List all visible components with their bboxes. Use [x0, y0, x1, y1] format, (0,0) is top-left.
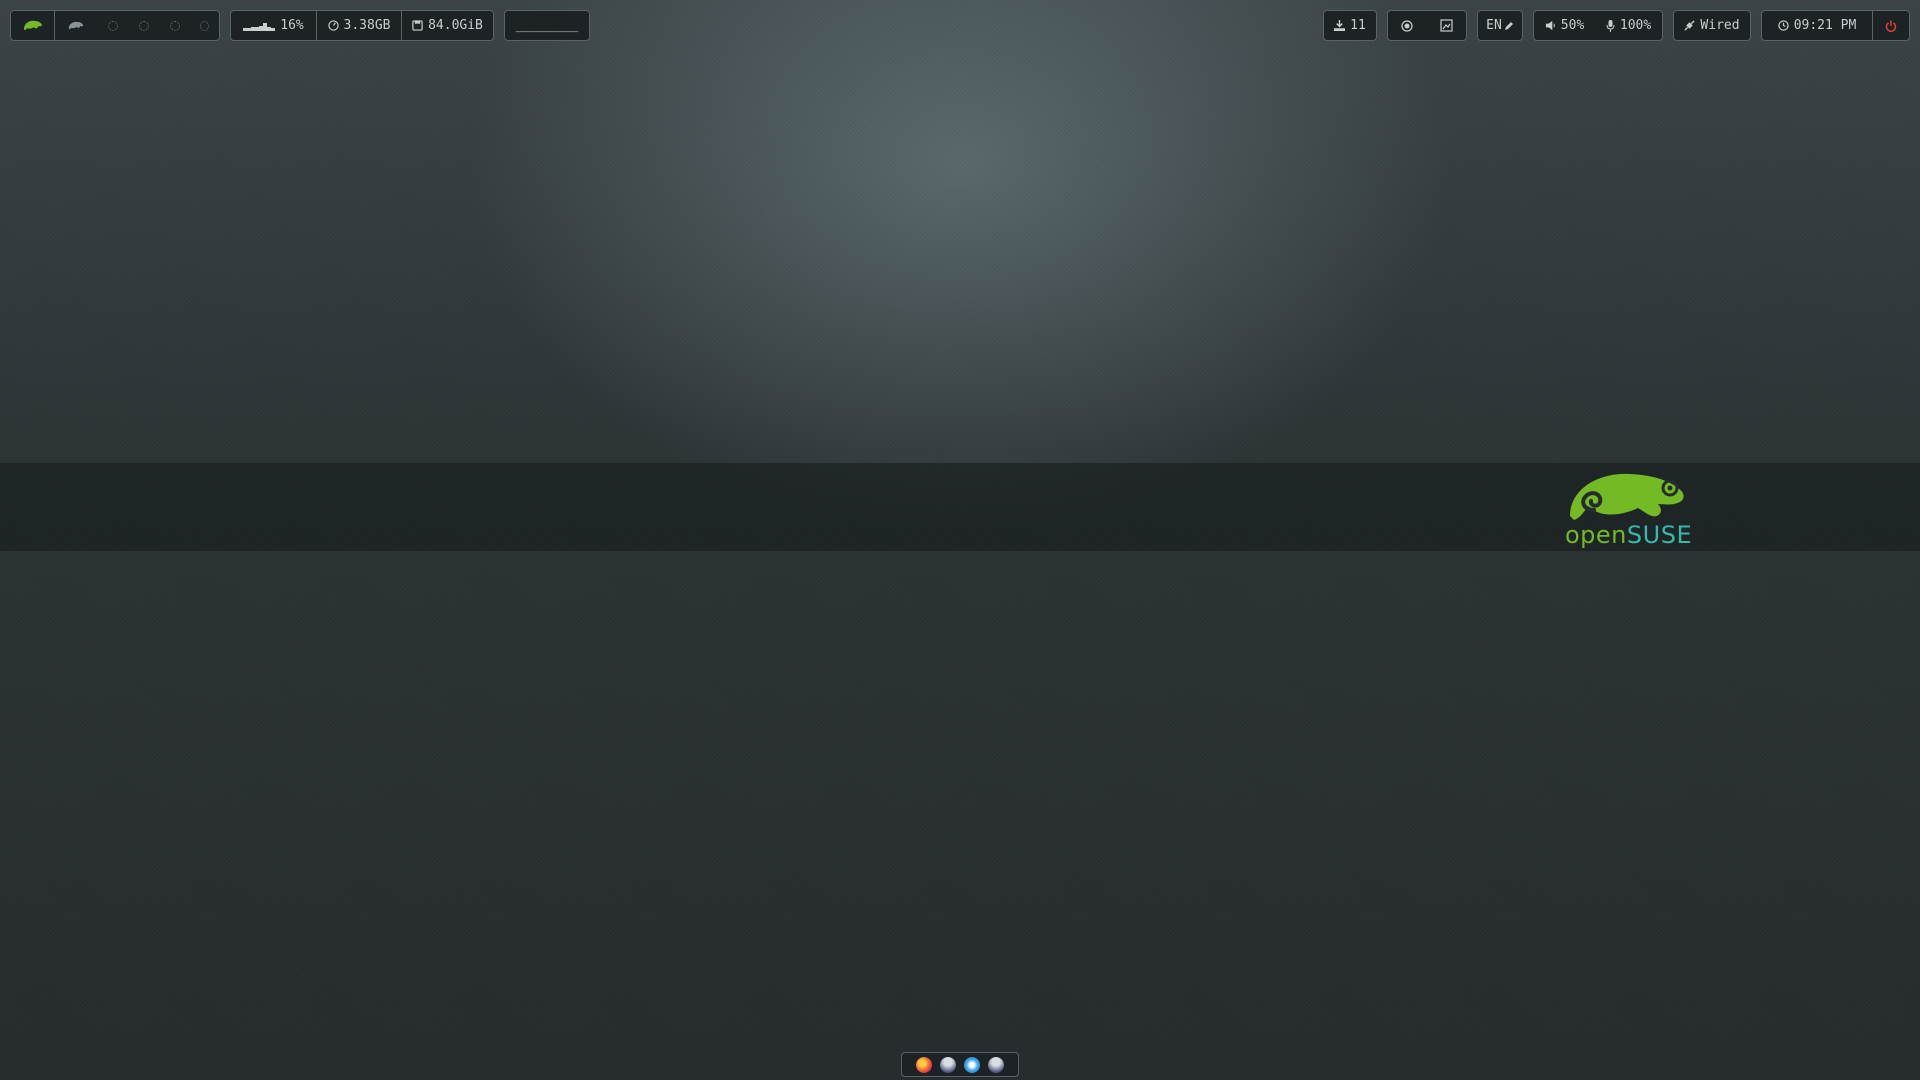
- screenshot-icon: [1440, 19, 1453, 32]
- clock-power-module: 09:21 PM: [1761, 10, 1910, 41]
- firefox-icon[interactable]: [916, 1056, 932, 1073]
- pencil-icon: [1504, 21, 1513, 30]
- dock: [901, 1052, 1019, 1077]
- launcher-button[interactable]: [11, 11, 54, 40]
- network-label: Wired: [1700, 18, 1740, 33]
- gear-icon: [107, 20, 118, 31]
- memory-usage: 3.38GB: [343, 18, 391, 33]
- power-icon: [1885, 20, 1897, 32]
- gear-icon: [169, 20, 180, 31]
- workspace-4[interactable]: [159, 11, 190, 40]
- workspaces-module: [10, 10, 220, 41]
- download-icon: [1334, 20, 1346, 31]
- keyboard-layout-module[interactable]: EN: [1477, 10, 1523, 41]
- record-button[interactable]: [1401, 19, 1413, 32]
- vscode-icon[interactable]: [964, 1056, 980, 1073]
- media-module[interactable]: ________: [504, 10, 590, 41]
- logo-text-open: open: [1565, 521, 1627, 549]
- cpu-graph-icon: [243, 22, 276, 31]
- microphone-icon: [1606, 19, 1615, 32]
- network-module[interactable]: Wired: [1673, 10, 1751, 41]
- keyboard-layout: EN: [1486, 18, 1502, 33]
- system-stats-module: 16% 3.38GB 84.0GiB: [230, 10, 494, 41]
- volume-control[interactable]: 50%: [1545, 18, 1584, 33]
- volume-level: 50%: [1560, 18, 1585, 33]
- memory-widget[interactable]: 3.38GB: [316, 11, 401, 40]
- workspace-2[interactable]: [97, 11, 128, 40]
- audio-module: 50% 100%: [1533, 10, 1663, 41]
- workspace-5[interactable]: [190, 11, 219, 40]
- app-icon[interactable]: [988, 1056, 1004, 1073]
- disk-icon: [412, 20, 423, 31]
- cpu-widget[interactable]: 16%: [231, 11, 316, 40]
- record-icon: [1401, 19, 1413, 32]
- app-icon[interactable]: [940, 1056, 956, 1073]
- media-title: ________: [515, 18, 579, 33]
- clock-widget[interactable]: 09:21 PM: [1762, 11, 1872, 40]
- opensuse-chameleon-icon: [23, 20, 42, 30]
- clock-time: 09:21 PM: [1793, 18, 1857, 33]
- gear-icon: [138, 20, 149, 31]
- power-button[interactable]: [1872, 11, 1909, 40]
- mic-level: 100%: [1619, 18, 1652, 33]
- speaker-icon: [1545, 20, 1555, 31]
- updates-module[interactable]: 11: [1323, 10, 1377, 41]
- disk-free: 84.0GiB: [428, 18, 483, 33]
- logo-text-suse: SUSE: [1626, 521, 1693, 549]
- opensuse-wordmark: openSUSE: [1565, 521, 1692, 549]
- gear-icon: [200, 20, 209, 31]
- mic-control[interactable]: 100%: [1606, 18, 1651, 33]
- memory-gauge-icon: [327, 20, 339, 31]
- chameleon-icon: [68, 21, 84, 29]
- disk-widget[interactable]: 84.0GiB: [401, 11, 493, 40]
- screenshot-button[interactable]: [1440, 19, 1453, 32]
- workspace-3[interactable]: [128, 11, 159, 40]
- ethernet-plug-icon: [1684, 20, 1695, 31]
- top-bar: 16% 3.38GB 84.0GiB ________ 11 EN 50% 10…: [0, 0, 1920, 52]
- updates-count: 11: [1350, 18, 1366, 33]
- tools-module: [1387, 10, 1467, 41]
- clock-icon: [1778, 20, 1789, 31]
- workspace-1[interactable]: [54, 11, 97, 40]
- cpu-percent: 16%: [280, 18, 304, 33]
